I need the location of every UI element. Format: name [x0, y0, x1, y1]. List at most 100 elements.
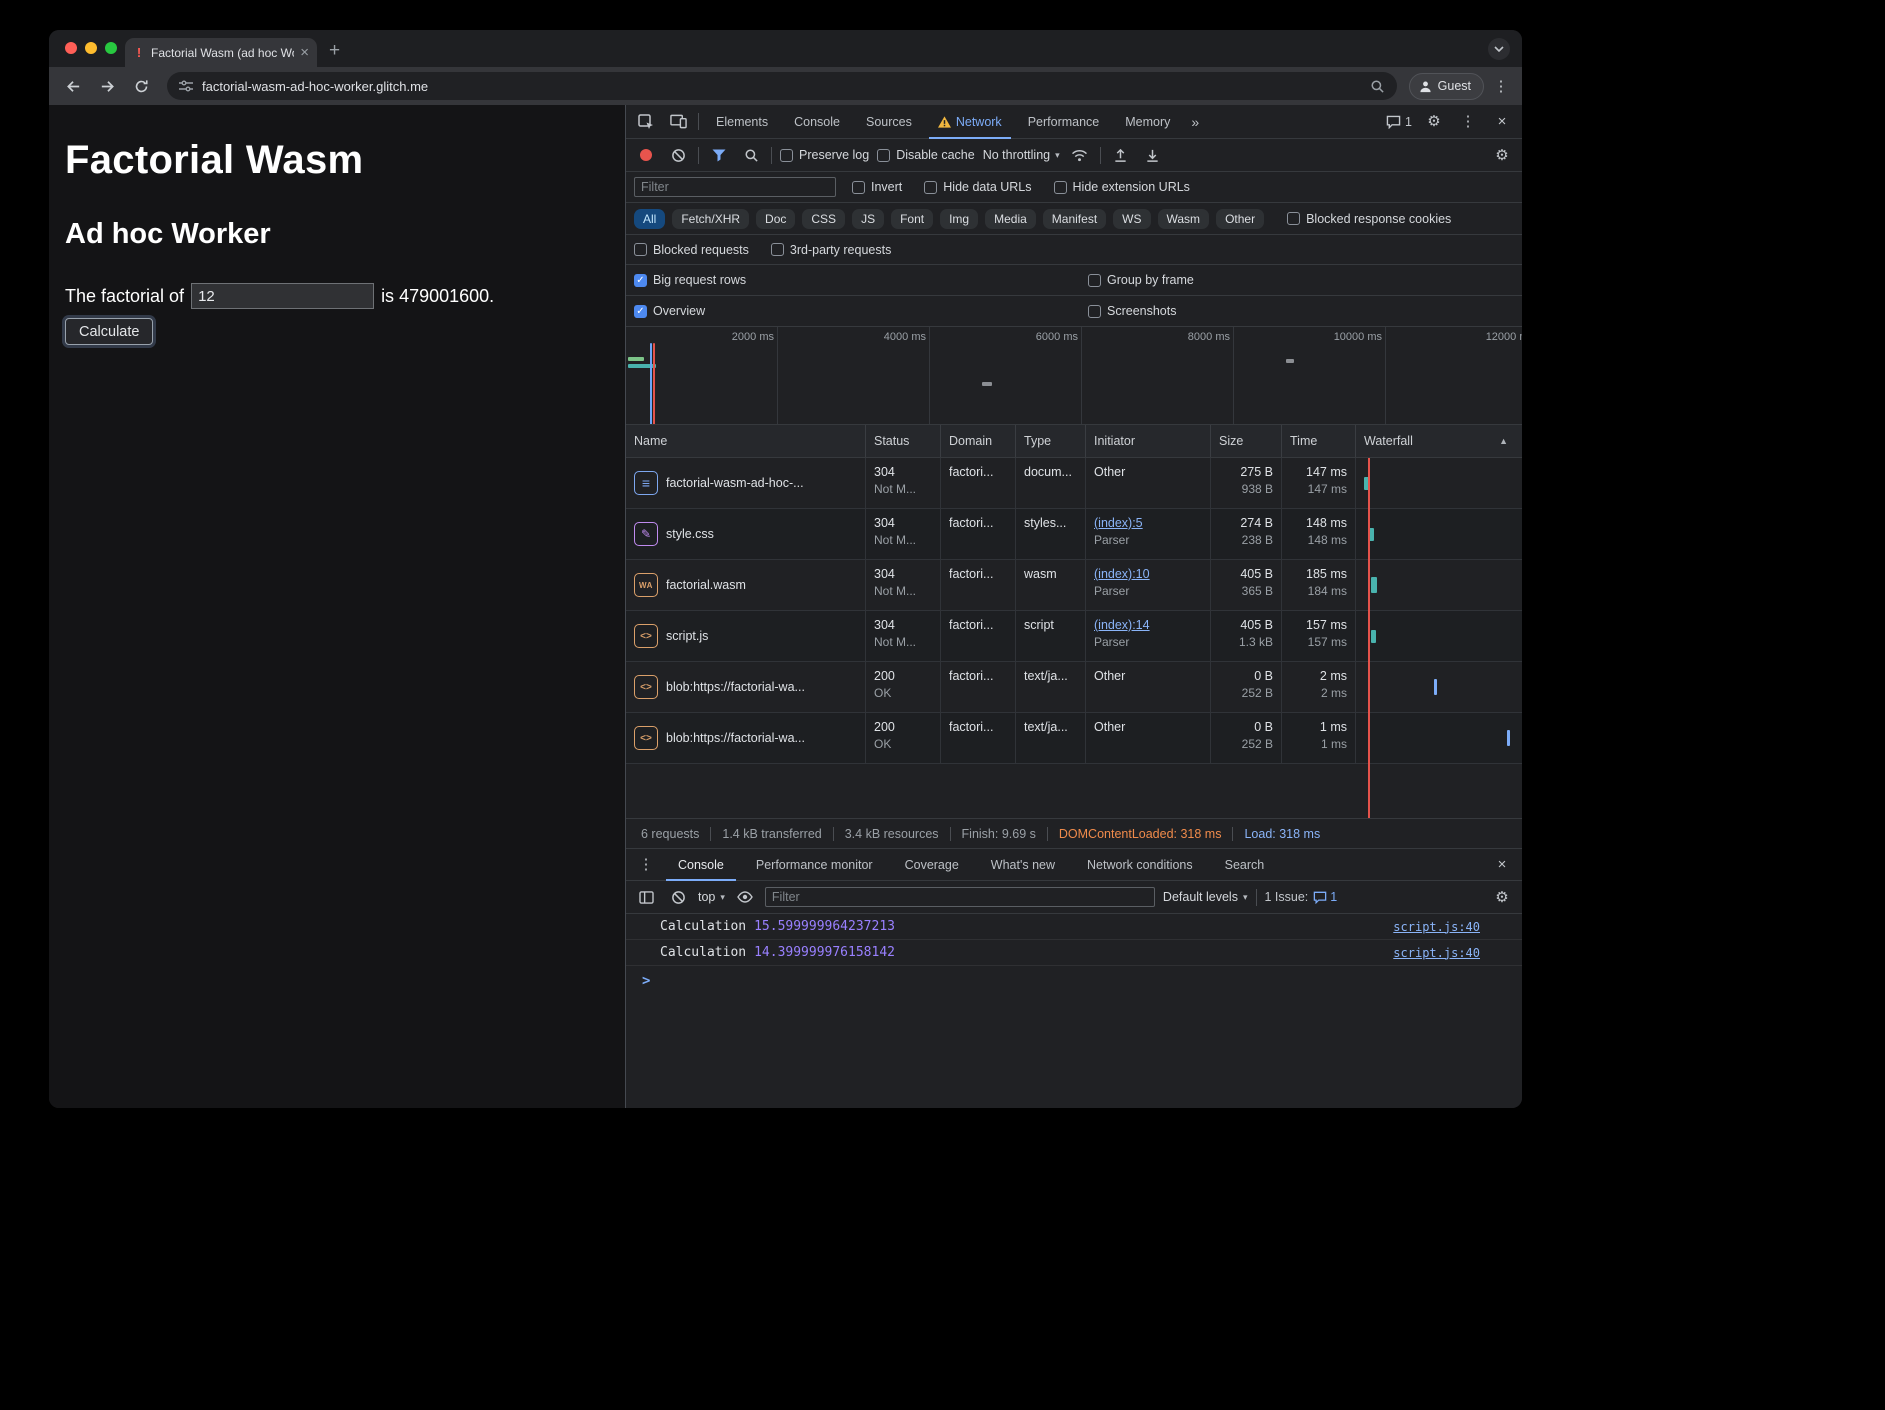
table-row-document[interactable]: ≡ factorial-wasm-ad-hoc-... 304Not M... … [626, 458, 1522, 509]
filter-chip-media[interactable]: Media [985, 209, 1036, 229]
factorial-input[interactable] [191, 283, 374, 309]
tab-elements[interactable]: Elements [707, 105, 777, 139]
checkbox-preserve-log[interactable]: Preserve log [780, 148, 869, 162]
checkbox-disable-cache[interactable]: Disable cache [877, 148, 975, 162]
checkbox-screenshots[interactable]: Screenshots [1088, 304, 1176, 318]
import-har-button[interactable] [1109, 143, 1133, 167]
filter-chip-ws[interactable]: WS [1113, 209, 1150, 229]
site-settings-icon[interactable] [179, 80, 193, 92]
drawer-menu-button[interactable]: ⋮ [634, 853, 658, 877]
source-link[interactable]: script.js:40 [1393, 920, 1480, 934]
network-settings-button[interactable]: ⚙ [1490, 143, 1514, 167]
tab-search-button[interactable] [1488, 38, 1510, 60]
source-link[interactable]: script.js:40 [1393, 946, 1480, 960]
filter-chip-doc[interactable]: Doc [756, 209, 795, 229]
filter-chip-manifest[interactable]: Manifest [1043, 209, 1106, 229]
column-header-name[interactable]: Name [626, 425, 866, 457]
console-issues-button[interactable]: 1 Issue: 1 [1265, 890, 1338, 904]
network-search-button[interactable] [739, 143, 763, 167]
browser-tab[interactable]: ! Factorial Wasm (ad hoc Work × [125, 38, 317, 67]
drawer-tab-network-conditions[interactable]: Network conditions [1075, 849, 1205, 881]
checkbox-third-party-requests[interactable]: 3rd-party requests [771, 243, 891, 257]
log-levels-select[interactable]: Default levels ▾ [1163, 890, 1248, 904]
checkbox-blocked-requests[interactable]: Blocked requests [634, 243, 749, 257]
zoom-button[interactable] [1370, 79, 1385, 94]
throttling-select[interactable]: No throttling ▾ [983, 148, 1060, 162]
drawer-close-button[interactable]: × [1490, 853, 1514, 877]
clear-console-button[interactable] [666, 885, 690, 909]
column-header-status[interactable]: Status [866, 425, 941, 457]
export-har-button[interactable] [1141, 143, 1165, 167]
calculate-button[interactable]: Calculate [65, 318, 153, 345]
filter-chip-font[interactable]: Font [891, 209, 933, 229]
column-header-size[interactable]: Size [1211, 425, 1282, 457]
checkbox-hide-extension-urls[interactable]: Hide extension URLs [1054, 180, 1190, 194]
tab-memory[interactable]: Memory [1116, 105, 1179, 139]
table-row-stylesheet[interactable]: ✎ style.css 304Not M... factori... style… [626, 509, 1522, 560]
more-tabs-button[interactable]: » [1187, 114, 1203, 130]
tab-sources[interactable]: Sources [857, 105, 921, 139]
console-filter-input[interactable] [765, 887, 1155, 907]
tab-close-icon[interactable]: × [300, 45, 309, 60]
fullscreen-window-button[interactable] [105, 42, 117, 54]
filter-chip-other[interactable]: Other [1216, 209, 1264, 229]
filter-chip-all[interactable]: All [634, 209, 665, 229]
drawer-tab-search[interactable]: Search [1213, 849, 1277, 881]
filter-chip-fetch-xhr[interactable]: Fetch/XHR [672, 209, 749, 229]
device-toolbar-button[interactable] [666, 110, 690, 134]
tab-performance[interactable]: Performance [1019, 105, 1109, 139]
network-filter-input[interactable] [634, 177, 836, 197]
inspect-element-button[interactable] [634, 110, 658, 134]
record-network-log-button[interactable] [634, 143, 658, 167]
console-context-select[interactable]: top ▾ [698, 890, 725, 904]
devtools-menu-button[interactable]: ⋮ [1456, 110, 1480, 134]
checkbox-invert[interactable]: Invert [852, 180, 902, 194]
console-settings-button[interactable]: ⚙ [1490, 885, 1514, 909]
address-bar[interactable]: factorial-wasm-ad-hoc-worker.glitch.me [167, 72, 1397, 100]
filter-toggle-button[interactable] [707, 143, 731, 167]
forward-button[interactable] [93, 72, 121, 100]
checkbox-blocked-response-cookies[interactable]: Blocked response cookies [1287, 212, 1451, 226]
tab-console[interactable]: Console [785, 105, 849, 139]
column-header-waterfall[interactable]: Waterfall ▲ [1356, 425, 1522, 457]
initiator-link[interactable]: (index):14 [1094, 616, 1202, 634]
network-conditions-button[interactable] [1068, 143, 1092, 167]
initiator-link[interactable]: (index):10 [1094, 565, 1202, 583]
drawer-tab-console[interactable]: Console [666, 849, 736, 881]
table-row-blob-1[interactable]: <> blob:https://factorial-wa... 200OK fa… [626, 662, 1522, 713]
checkbox-hide-data-urls[interactable]: Hide data URLs [924, 180, 1031, 194]
checkbox-overview[interactable]: Overview [634, 304, 705, 318]
checkbox-big-request-rows[interactable]: Big request rows [634, 273, 746, 287]
column-header-type[interactable]: Type [1016, 425, 1086, 457]
tab-network[interactable]: Network [929, 105, 1011, 139]
table-row-wasm[interactable]: WA factorial.wasm 304Not M... factori...… [626, 560, 1522, 611]
network-overview-timeline[interactable]: 2000 ms 4000 ms 6000 ms 8000 ms 10000 ms… [626, 327, 1522, 425]
new-tab-button[interactable]: + [329, 41, 340, 60]
reload-button[interactable] [127, 72, 155, 100]
console-sidebar-toggle-button[interactable] [634, 885, 658, 909]
console-prompt[interactable]: > [626, 966, 1522, 989]
devtools-settings-button[interactable]: ⚙ [1422, 110, 1446, 134]
clear-network-log-button[interactable] [666, 143, 690, 167]
column-header-initiator[interactable]: Initiator [1086, 425, 1211, 457]
profile-button[interactable]: Guest [1409, 73, 1484, 100]
filter-chip-js[interactable]: JS [852, 209, 884, 229]
drawer-tab-performance-monitor[interactable]: Performance monitor [744, 849, 885, 881]
table-row-script[interactable]: <> script.js 304Not M... factori... scri… [626, 611, 1522, 662]
filter-chip-wasm[interactable]: Wasm [1158, 209, 1210, 229]
column-header-time[interactable]: Time [1282, 425, 1356, 457]
drawer-tab-coverage[interactable]: Coverage [893, 849, 971, 881]
initiator-link[interactable]: (index):5 [1094, 514, 1202, 532]
browser-menu-button[interactable]: ⋮ [1490, 79, 1512, 94]
minimize-window-button[interactable] [85, 42, 97, 54]
column-header-domain[interactable]: Domain [941, 425, 1016, 457]
live-expression-button[interactable] [733, 885, 757, 909]
checkbox-group-by-frame[interactable]: Group by frame [1088, 273, 1194, 287]
issues-counter-button[interactable]: 1 [1386, 115, 1412, 129]
filter-chip-img[interactable]: Img [940, 209, 978, 229]
back-button[interactable] [59, 72, 87, 100]
filter-chip-css[interactable]: CSS [802, 209, 845, 229]
close-window-button[interactable] [65, 42, 77, 54]
drawer-tab-whats-new[interactable]: What's new [979, 849, 1067, 881]
table-row-blob-2[interactable]: <> blob:https://factorial-wa... 200OK fa… [626, 713, 1522, 764]
